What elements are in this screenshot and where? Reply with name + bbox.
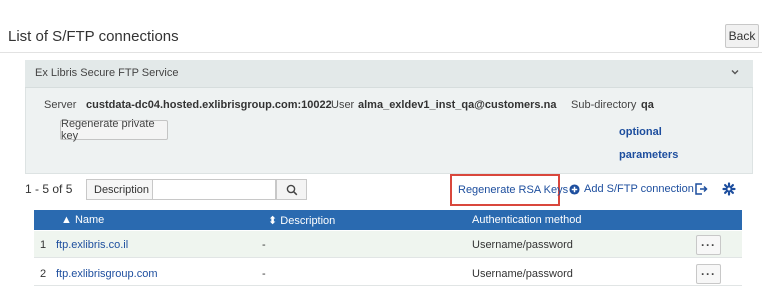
column-header-auth-method: Authentication method xyxy=(472,214,582,226)
server-label: Server xyxy=(44,99,77,111)
plus-circle-icon xyxy=(569,183,580,195)
optional-parameters-link-line2[interactable]: parameters xyxy=(619,149,678,161)
page-title: List of S/FTP connections xyxy=(8,28,179,45)
optional-parameters-link-line1[interactable]: optional xyxy=(619,126,662,138)
export-icon[interactable] xyxy=(694,182,708,196)
row-number: 1 xyxy=(40,239,47,251)
add-sftp-connection-label: Add S/FTP connection xyxy=(584,183,694,195)
add-sftp-connection-button[interactable]: Add S/FTP connection xyxy=(569,183,694,195)
row-actions-button[interactable]: ··· xyxy=(696,264,721,284)
subdirectory-value: qa xyxy=(641,99,654,111)
search-button[interactable] xyxy=(276,179,307,200)
server-value: custdata-dc04.hosted.exlibrisgroup.com:1… xyxy=(86,99,332,111)
user-value: alma_exldev1_inst_qa@customers.na xyxy=(358,99,557,111)
row-number: 2 xyxy=(40,268,47,280)
back-button[interactable]: Back xyxy=(725,24,759,48)
regenerate-private-key-button[interactable]: Regenerate private key xyxy=(60,118,168,142)
chevron-down-icon[interactable] xyxy=(729,66,741,78)
search-field-label: Description xyxy=(94,183,150,196)
subdirectory-label: Sub-directory xyxy=(571,99,637,111)
connection-name-link[interactable]: ftp.exlibrisgroup.com xyxy=(56,268,158,280)
table-header xyxy=(34,210,742,230)
column-header-description[interactable]: ⬍ Description xyxy=(268,214,335,227)
row-actions-button[interactable]: ··· xyxy=(696,235,721,255)
header-divider xyxy=(0,52,762,53)
results-count: 1 - 5 of 5 xyxy=(25,182,73,196)
search-input[interactable] xyxy=(153,179,276,200)
column-header-name[interactable]: ▲ Name xyxy=(61,214,104,226)
regenerate-rsa-keys-link[interactable]: Regenerate RSA Keys xyxy=(458,184,568,196)
user-label: User xyxy=(331,99,355,111)
gear-icon[interactable] xyxy=(722,182,736,196)
table-row xyxy=(34,231,742,258)
auth-method-cell: Username/password xyxy=(472,268,573,280)
description-cell: - xyxy=(262,239,266,251)
panel-title: Ex Libris Secure FTP Service xyxy=(35,67,179,79)
search-field-dropdown[interactable]: Description ▼ xyxy=(86,179,160,200)
search-icon xyxy=(286,184,297,195)
description-cell: - xyxy=(262,268,266,280)
auth-method-cell: Username/password xyxy=(472,239,573,251)
connection-name-link[interactable]: ftp.exlibris.co.il xyxy=(56,239,128,251)
